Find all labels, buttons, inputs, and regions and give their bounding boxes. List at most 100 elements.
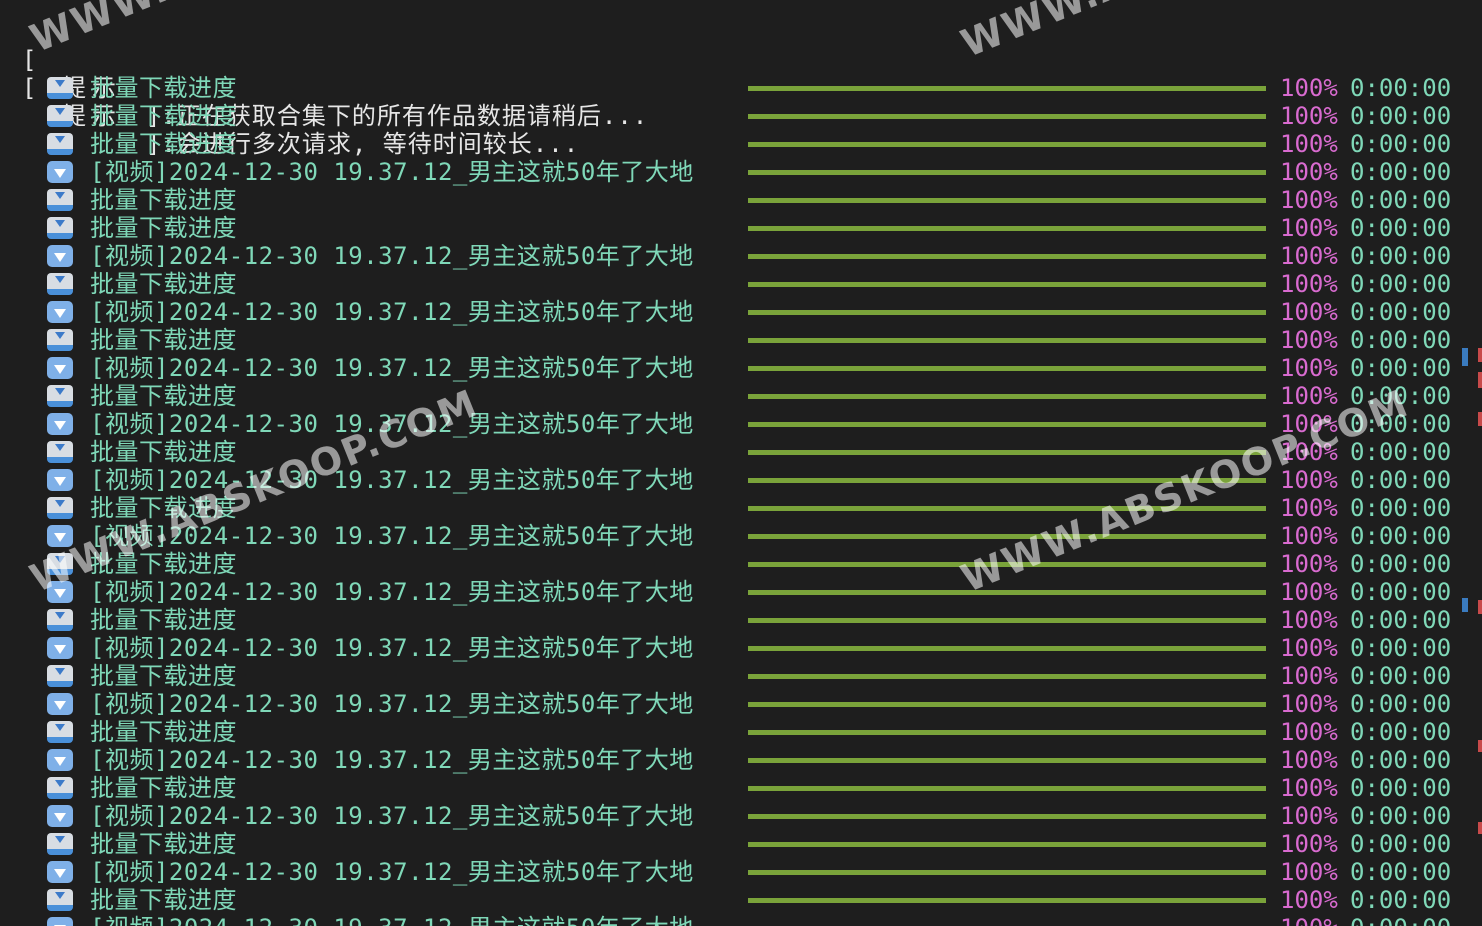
progress-time: 0:00:00 — [1350, 326, 1452, 354]
row-label: 批量下载进度 — [90, 830, 237, 858]
progress-bar — [748, 786, 1266, 791]
batch-progress-row: 批量下载进度 100% 0:00:00 — [0, 382, 1482, 410]
inbox-tray-icon — [47, 721, 73, 743]
video-progress-row: [视频]2024-12-30 19.37.12_男主这就50年了大地 100% 0:… — [0, 802, 1482, 830]
progress-bar-fill — [748, 478, 1266, 483]
inbox-tray-icon — [47, 833, 73, 855]
scrollbar-marker — [1478, 348, 1482, 362]
hint-line-2: [ 提示 ]:会进行多次请求, 等待时间较长... — [0, 46, 1482, 158]
scrollbar-marker — [1478, 822, 1482, 834]
progress-bar — [748, 394, 1266, 399]
progress-bar-fill — [748, 674, 1266, 679]
row-label: [视频]2024-12-30 19.37.12_男主这就50年了大地 — [90, 410, 694, 438]
row-label: 批量下载进度 — [90, 130, 237, 158]
progress-time: 0:00:00 — [1350, 662, 1452, 690]
inbox-tray-icon — [47, 553, 73, 575]
batch-progress-row: 批量下载进度 100% 0:00:00 — [0, 130, 1482, 158]
inbox-tray-icon — [47, 105, 73, 127]
progress-time: 0:00:00 — [1350, 270, 1452, 298]
inbox-tray-icon — [47, 665, 73, 687]
progress-percent: 100% — [1280, 578, 1338, 606]
progress-percent: 100% — [1280, 914, 1338, 926]
progress-bar-fill — [748, 450, 1266, 455]
batch-progress-row: 批量下载进度 100% 0:00:00 — [0, 550, 1482, 578]
progress-bar-fill — [748, 254, 1266, 259]
progress-bar-fill — [748, 198, 1266, 203]
progress-bar — [748, 226, 1266, 231]
inbox-tray-icon — [47, 609, 73, 631]
progress-bar-fill — [748, 170, 1266, 175]
row-label: [视频]2024-12-30 19.37.12_男主这就50年了大地 — [90, 158, 694, 186]
inbox-tray-icon — [47, 77, 73, 99]
row-label: 批量下载进度 — [90, 102, 237, 130]
progress-bar — [748, 590, 1266, 595]
video-progress-row: [视频]2024-12-30 19.37.12_男主这就50年了大地 100% 0:… — [0, 634, 1482, 662]
video-progress-row: [视频]2024-12-30 19.37.12_男主这就50年了大地 100% 0:… — [0, 522, 1482, 550]
video-progress-row: [视频]2024-12-30 19.37.12_男主这就50年了大地 100% 0:… — [0, 466, 1482, 494]
progress-bar-fill — [748, 646, 1266, 651]
inbox-tray-icon — [47, 777, 73, 799]
progress-time: 0:00:00 — [1350, 494, 1452, 522]
row-label: 批量下载进度 — [90, 382, 237, 410]
inbox-tray-icon — [47, 441, 73, 463]
progress-percent: 100% — [1280, 494, 1338, 522]
video-progress-row: [视频]2024-12-30 19.37.12_男主这就50年了大地 100% 0:… — [0, 354, 1482, 382]
progress-percent: 100% — [1280, 326, 1338, 354]
progress-time: 0:00:00 — [1350, 130, 1452, 158]
video-progress-row: [视频]2024-12-30 19.37.12_男主这就50年了大地 100% 0:… — [0, 158, 1482, 186]
row-label: [视频]2024-12-30 19.37.12_男主这就50年了大地 — [90, 354, 694, 382]
progress-percent: 100% — [1280, 606, 1338, 634]
progress-bar — [748, 142, 1266, 147]
progress-time: 0:00:00 — [1350, 746, 1452, 774]
progress-percent: 100% — [1280, 410, 1338, 438]
row-label: 批量下载进度 — [90, 326, 237, 354]
row-label: [视频]2024-12-30 19.37.12_男主这就50年了大地 — [90, 914, 694, 926]
progress-bar-fill — [748, 310, 1266, 315]
progress-bar — [748, 758, 1266, 763]
row-label: 批量下载进度 — [90, 606, 237, 634]
progress-percent: 100% — [1280, 382, 1338, 410]
progress-bar — [748, 478, 1266, 483]
video-progress-row: [视频]2024-12-30 19.37.12_男主这就50年了大地 100% 0:… — [0, 298, 1482, 326]
batch-progress-row: 批量下载进度 100% 0:00:00 — [0, 270, 1482, 298]
progress-percent: 100% — [1280, 662, 1338, 690]
down-arrow-icon — [47, 805, 73, 827]
inbox-tray-icon — [47, 217, 73, 239]
progress-bar-fill — [748, 618, 1266, 623]
progress-percent: 100% — [1280, 522, 1338, 550]
progress-percent: 100% — [1280, 690, 1338, 718]
scrollbar-marker — [1478, 372, 1482, 388]
progress-time: 0:00:00 — [1350, 242, 1452, 270]
batch-progress-row: 批量下载进度 100% 0:00:00 — [0, 438, 1482, 466]
row-label: [视频]2024-12-30 19.37.12_男主这就50年了大地 — [90, 634, 694, 662]
video-progress-row: [视频]2024-12-30 19.37.12_男主这就50年了大地 100% 0:… — [0, 858, 1482, 886]
batch-progress-row: 批量下载进度 100% 0:00:00 — [0, 102, 1482, 130]
scrollbar-marker — [1462, 598, 1468, 612]
progress-time: 0:00:00 — [1350, 354, 1452, 382]
inbox-tray-icon — [47, 497, 73, 519]
row-label: 批量下载进度 — [90, 718, 237, 746]
progress-percent: 100% — [1280, 774, 1338, 802]
video-progress-row: [视频]2024-12-30 19.37.12_男主这就50年了大地 100% 0:… — [0, 914, 1482, 926]
progress-bar — [748, 254, 1266, 259]
progress-bar — [748, 674, 1266, 679]
row-label: 批量下载进度 — [90, 774, 237, 802]
progress-time: 0:00:00 — [1350, 830, 1452, 858]
progress-bar — [748, 646, 1266, 651]
video-progress-row: [视频]2024-12-30 19.37.12_男主这就50年了大地 100% 0:… — [0, 746, 1482, 774]
row-label: [视频]2024-12-30 19.37.12_男主这就50年了大地 — [90, 298, 694, 326]
inbox-tray-icon — [47, 889, 73, 911]
progress-percent: 100% — [1280, 130, 1338, 158]
progress-bar — [748, 310, 1266, 315]
row-label: 批量下载进度 — [90, 550, 237, 578]
progress-time: 0:00:00 — [1350, 438, 1452, 466]
down-arrow-icon — [47, 749, 73, 771]
down-arrow-icon — [47, 581, 73, 603]
progress-bar — [748, 842, 1266, 847]
progress-bar — [748, 562, 1266, 567]
progress-bar — [748, 730, 1266, 735]
scrollbar-marker — [1478, 600, 1482, 614]
progress-bar — [748, 814, 1266, 819]
down-arrow-icon — [47, 469, 73, 491]
progress-percent: 100% — [1280, 858, 1338, 886]
